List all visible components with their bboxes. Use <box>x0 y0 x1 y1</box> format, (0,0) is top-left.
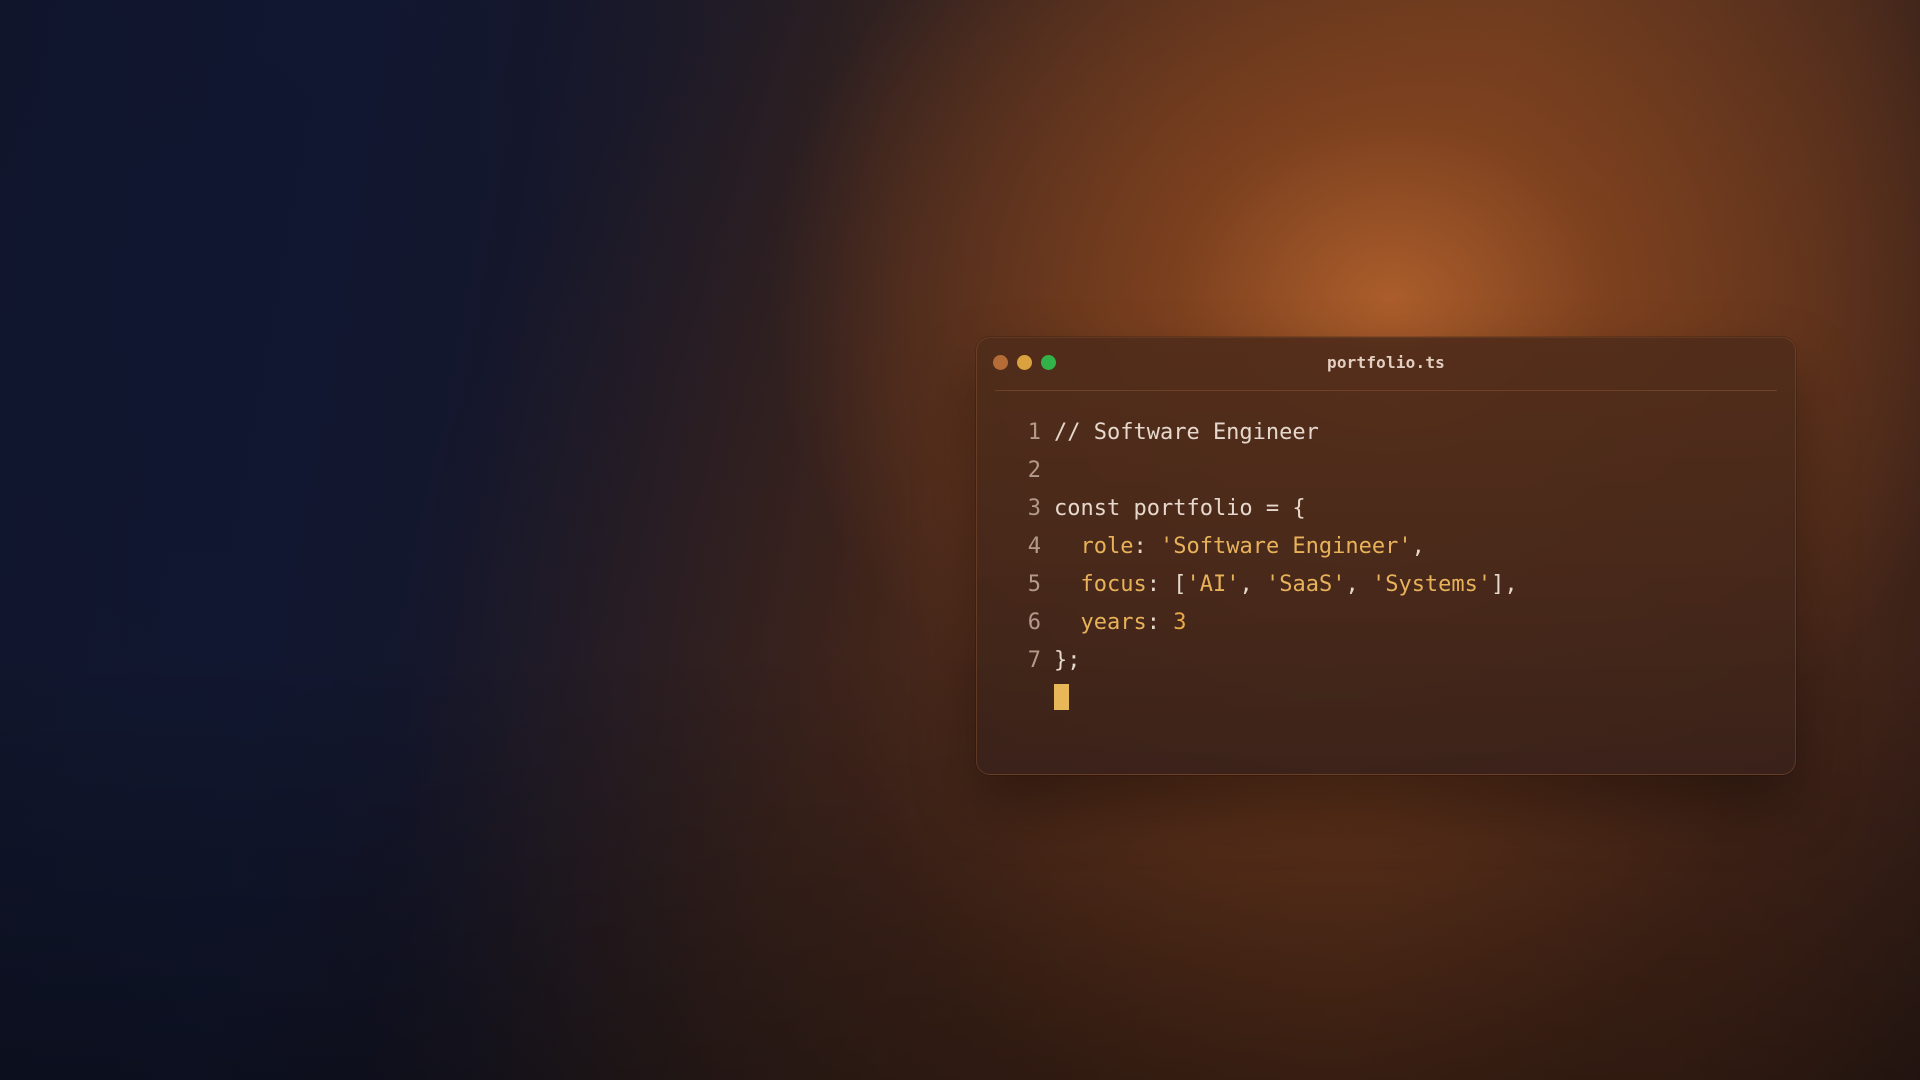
code-token: 3 <box>1173 610 1187 635</box>
code-line[interactable]: 4 role: 'Software Engineer', <box>977 528 1795 566</box>
line-number: 6 <box>1027 610 1041 635</box>
code-text: years: 3 <box>1054 604 1187 642</box>
code-token: 'AI' <box>1186 572 1240 597</box>
line-number: 1 <box>1027 420 1041 445</box>
line-number: 5 <box>1027 572 1041 597</box>
desktop-background: portfolio.ts 1 // Software Engineer 2 3 cons… <box>0 0 1920 1080</box>
code-token: role <box>1080 534 1134 559</box>
code-token: 'SaaS' <box>1265 572 1346 597</box>
code-editor-window: portfolio.ts 1 // Software Engineer 2 3 cons… <box>976 337 1796 775</box>
code-text: }; <box>1054 642 1081 680</box>
code-text: const portfolio = { <box>1054 490 1306 528</box>
code-text: // Software Engineer <box>1054 414 1319 452</box>
code-area[interactable]: 1 // Software Engineer 2 3 const portfolio =… <box>977 414 1795 680</box>
text-cursor <box>1054 684 1069 710</box>
code-token: focus <box>1080 572 1147 597</box>
code-token: 'Systems' <box>1371 572 1492 597</box>
code-line[interactable]: 1 // Software Engineer <box>977 414 1795 452</box>
window-titlebar[interactable]: portfolio.ts <box>993 338 1777 391</box>
code-line[interactable]: 5 focus: ['AI', 'SaaS', 'Systems'], <box>977 566 1795 604</box>
code-token: ], <box>1491 572 1518 597</box>
code-line[interactable]: 6 years: 3 <box>977 604 1795 642</box>
line-number: 3 <box>1027 496 1041 521</box>
code-token: // Software Engineer <box>1054 420 1319 445</box>
code-token: , <box>1345 572 1372 597</box>
code-token: }; <box>1054 648 1081 673</box>
code-text: focus: ['AI', 'SaaS', 'Systems'], <box>1054 566 1518 604</box>
code-token: years <box>1080 610 1147 635</box>
code-token: , <box>1411 534 1425 559</box>
code-token: : [ <box>1146 572 1187 597</box>
code-line[interactable]: 3 const portfolio = { <box>977 490 1795 528</box>
code-token: : <box>1133 534 1160 559</box>
line-number: 2 <box>1027 458 1041 483</box>
code-line[interactable]: 7}; <box>977 642 1795 680</box>
line-number: 7 <box>1027 648 1041 673</box>
code-token: , <box>1239 572 1266 597</box>
line-number: 4 <box>1027 534 1041 559</box>
code-text: role: 'Software Engineer', <box>1054 528 1425 566</box>
code-token: : <box>1146 610 1174 635</box>
window-title: portfolio.ts <box>1327 353 1445 372</box>
code-token: const portfolio = { <box>1054 496 1306 521</box>
code-token: 'Software Engineer' <box>1159 534 1412 559</box>
code-line[interactable]: 2 <box>977 452 1795 490</box>
